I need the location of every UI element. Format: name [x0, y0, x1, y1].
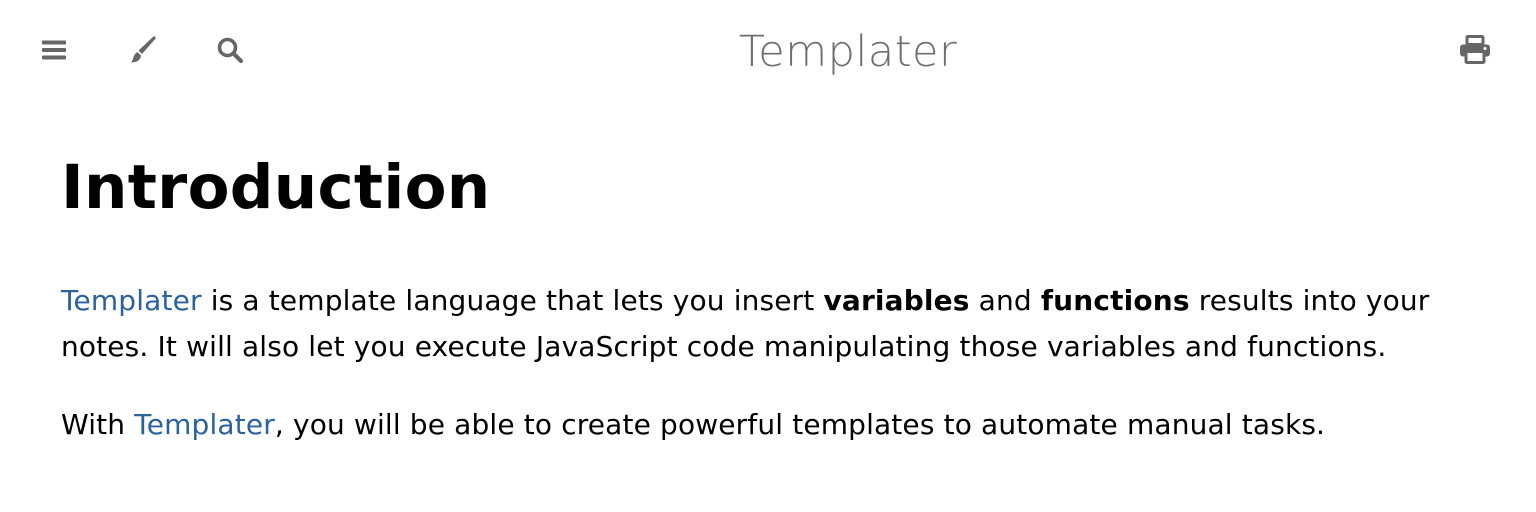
templater-link-2[interactable]: Templater [134, 408, 275, 441]
page-heading: Introduction [61, 152, 491, 223]
top-toolbar: Templater [0, 0, 1536, 100]
intro-text-2: and [969, 284, 1041, 317]
book-title: Templater [738, 27, 958, 77]
functions-bold-text: functions [1040, 284, 1190, 317]
variables-bold-text: variables [823, 284, 970, 317]
print-icon [1459, 35, 1491, 65]
print-button[interactable] [1455, 30, 1495, 70]
templater-link[interactable]: Templater [61, 284, 202, 317]
page-content: Introduction Templater is a template lan… [61, 150, 1461, 448]
automation-text-1: With [61, 408, 135, 441]
automation-paragraph: With Templater, you will be able to crea… [61, 402, 1461, 448]
intro-paragraph: Templater is a template language that le… [61, 278, 1461, 370]
intro-text-1: is a template language that lets you ins… [201, 284, 824, 317]
automation-text-2: , you will be able to create powerful te… [274, 408, 1326, 441]
